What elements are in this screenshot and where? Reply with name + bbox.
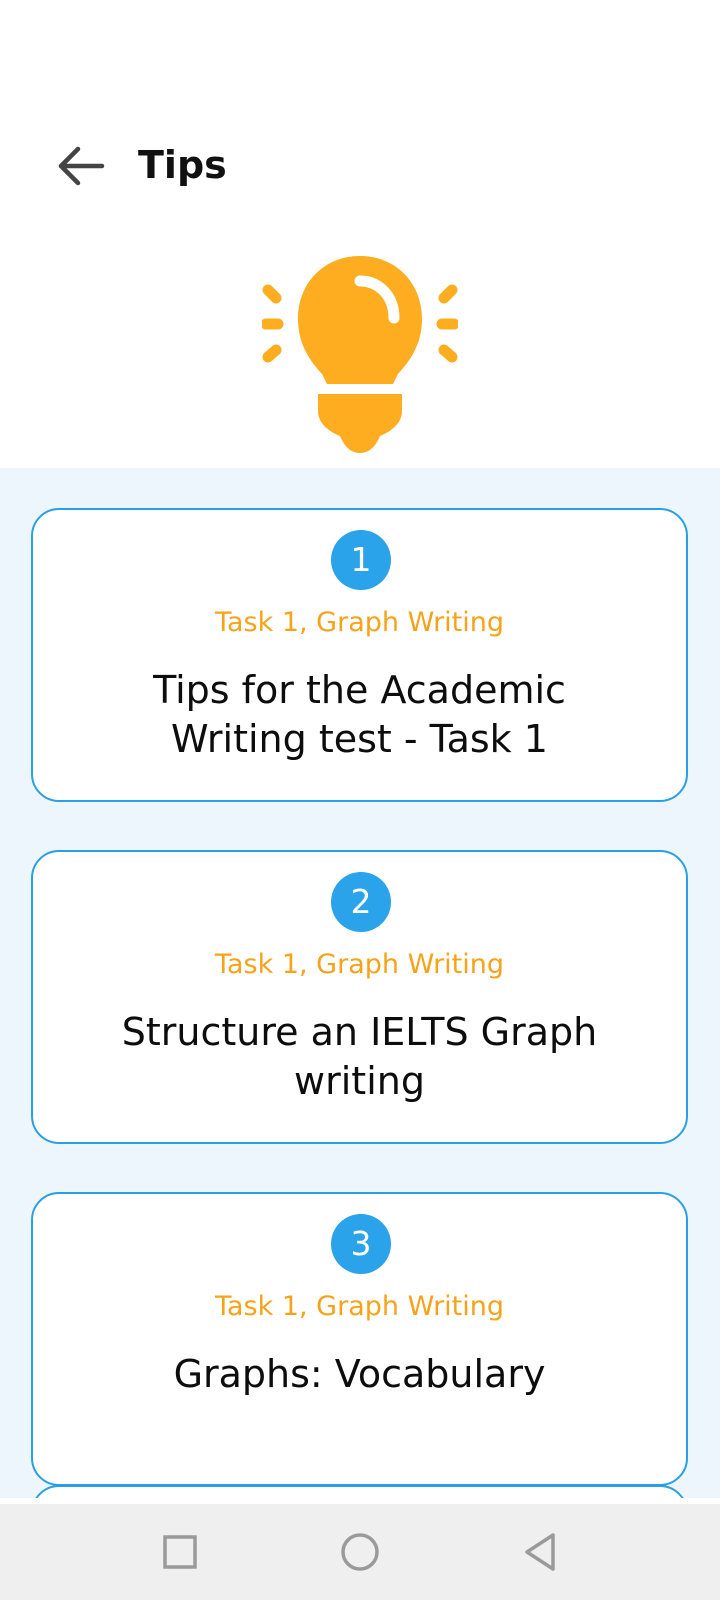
back-button[interactable] [48,136,112,196]
tip-card[interactable]: 2 Task 1, Graph Writing Structure an IEL… [31,850,688,1144]
tip-card[interactable]: 1 Task 1, Graph Writing Tips for the Aca… [31,508,688,802]
square-icon [163,1535,197,1569]
circle-icon [341,1533,379,1571]
app-bar: Tips [0,110,720,222]
home-button[interactable] [336,1528,384,1576]
arrow-left-icon [58,146,105,186]
tip-card[interactable]: 3 Task 1, Graph Writing Graphs: Vocabula… [31,1192,688,1486]
hero-banner [0,222,720,468]
page-title: Tips [138,143,227,187]
tip-title: Structure an IELTS Graph writing [121,1010,598,1103]
tip-title: Tips for the Academic Writing test - Tas… [153,668,566,761]
system-navigation-bar [0,1504,720,1600]
status-bar [0,0,720,110]
tip-category: Task 1, Graph Writing [214,1291,505,1322]
triangle-back-icon [525,1533,555,1571]
tip-category: Task 1, Graph Writing [214,949,505,980]
tip-card[interactable] [31,1485,688,1498]
back-nav-button[interactable] [517,1528,565,1576]
tips-list: 1 Task 1, Graph Writing Tips for the Aca… [0,468,720,1498]
tip-number-badge: 2 [331,872,391,932]
tip-category: Task 1, Graph Writing [214,607,505,638]
tip-title: Graphs: Vocabulary [173,1352,546,1396]
lightbulb-icon [262,256,458,453]
recent-apps-button[interactable] [156,1528,204,1576]
tip-number-badge: 1 [331,530,391,590]
tip-number-badge: 3 [331,1214,391,1274]
